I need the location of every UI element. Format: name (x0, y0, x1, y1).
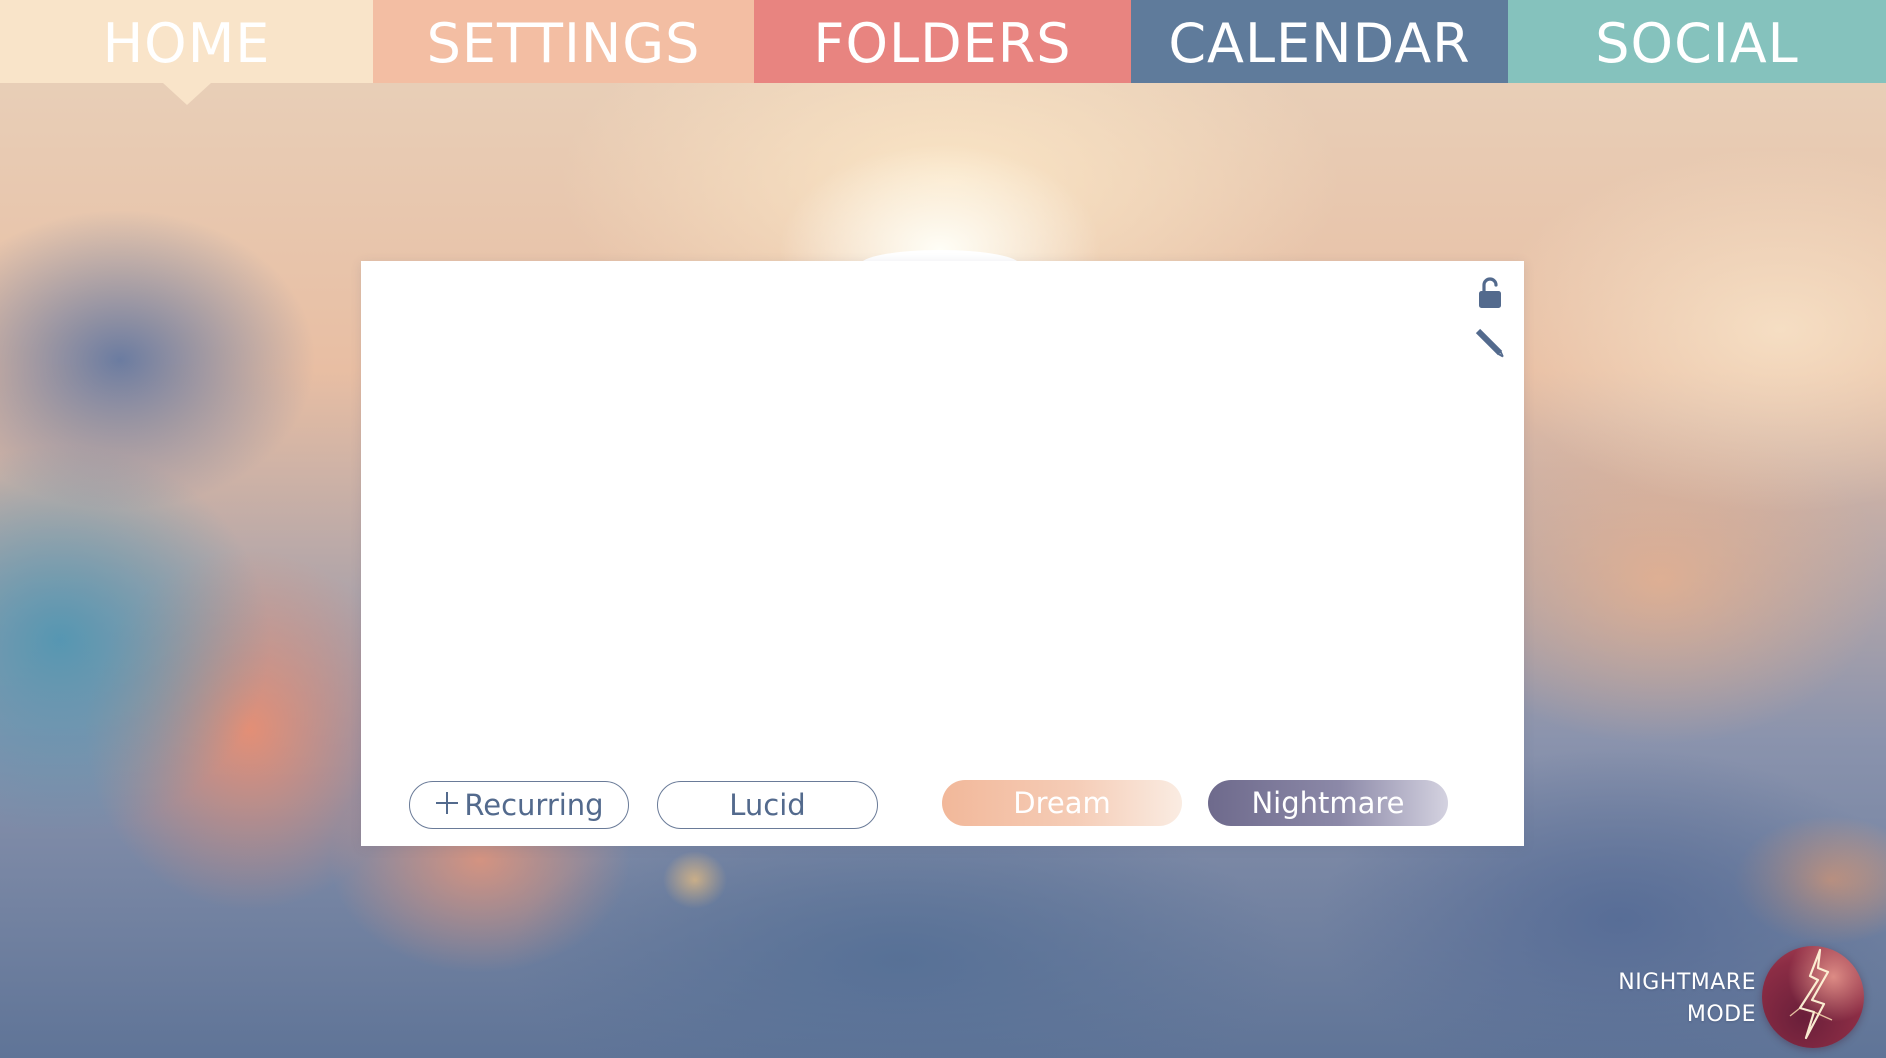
top-nav: HOME SETTINGS FOLDERS CALENDAR SOCIAL (0, 0, 1886, 105)
unlocked-padlock-icon[interactable] (1470, 273, 1510, 313)
lucid-button[interactable]: Lucid (657, 781, 878, 829)
tab-social[interactable]: SOCIAL (1508, 0, 1886, 83)
tab-settings[interactable]: SETTINGS (373, 0, 754, 83)
lucid-label: Lucid (729, 788, 806, 822)
lightning-orb-icon[interactable] (1762, 946, 1864, 1048)
tab-social-label: SOCIAL (1595, 12, 1799, 75)
app-screen: HOME SETTINGS FOLDERS CALENDAR SOCIAL Re… (0, 0, 1886, 1058)
nightmare-mode-line1: NIGHTMARE (1618, 970, 1756, 995)
nightmare-mode-line2: MODE (1686, 1002, 1756, 1027)
recurring-button[interactable]: Recurring (409, 781, 629, 829)
tab-calendar-label: CALENDAR (1168, 12, 1471, 75)
tab-calendar[interactable]: CALENDAR (1131, 0, 1508, 83)
tab-folders-label: FOLDERS (813, 12, 1072, 75)
recurring-label: Recurring (464, 788, 604, 822)
tab-folders[interactable]: FOLDERS (754, 0, 1131, 83)
tab-settings-label: SETTINGS (426, 12, 701, 75)
nightmare-button[interactable]: Nightmare (1208, 780, 1448, 826)
tab-home[interactable]: HOME (0, 0, 373, 105)
dream-button[interactable]: Dream (942, 780, 1182, 826)
dream-entry-card[interactable]: Recurring Lucid Dream Nightmare (361, 261, 1524, 846)
tab-home-label: HOME (102, 12, 271, 75)
nightmare-label: Nightmare (1251, 786, 1405, 820)
nightmare-mode-label: NIGHTMARE MODE (1618, 967, 1756, 1031)
active-tab-indicator (162, 83, 211, 105)
pencil-icon[interactable] (1470, 323, 1510, 363)
plus-icon (434, 788, 460, 822)
dream-label: Dream (1013, 786, 1111, 820)
